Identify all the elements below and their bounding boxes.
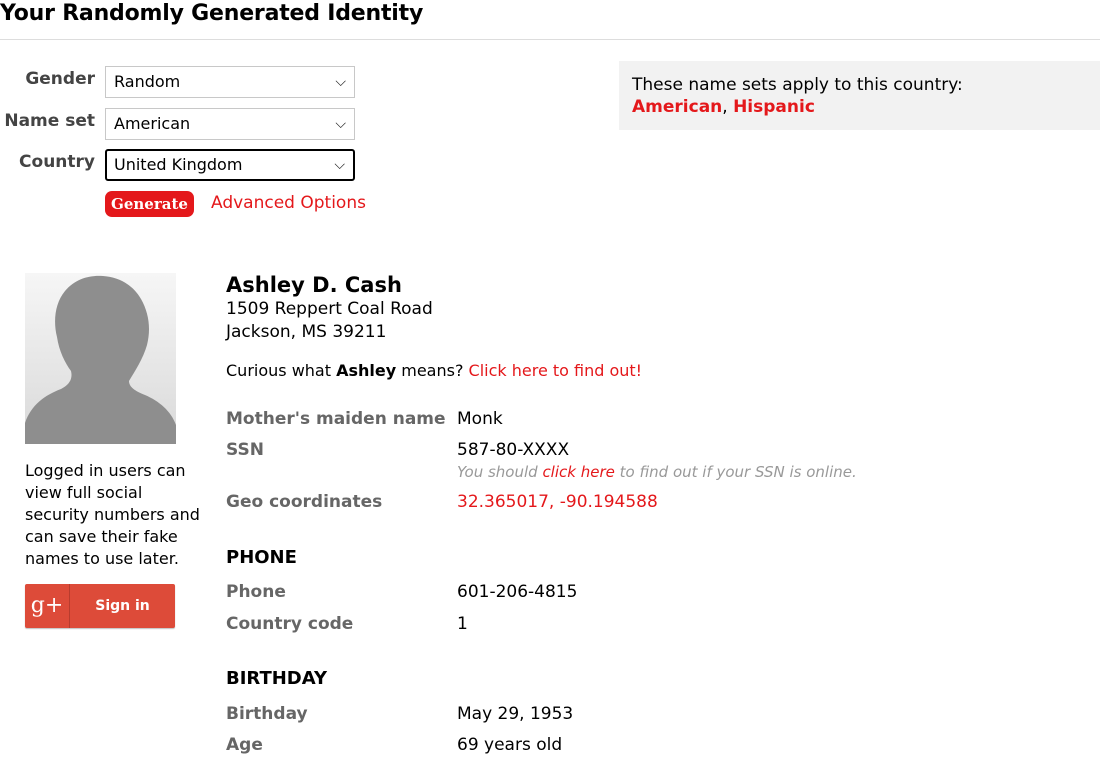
country-name-sets-panel: These name sets apply to this country: A…	[619, 61, 1100, 130]
phone-label: Phone	[226, 582, 286, 602]
google-signin-button[interactable]: g+ Sign in	[25, 584, 175, 628]
name-set-value: American	[114, 114, 191, 133]
country-code-value: 1	[457, 614, 468, 634]
ssn-hint: You should click here to find out if you…	[457, 462, 857, 482]
curious-suffix: means?	[396, 361, 469, 380]
age-value: 69 years old	[457, 735, 563, 755]
login-note: Logged in users can view full social sec…	[25, 461, 200, 568]
generate-button[interactable]: Generate	[105, 191, 194, 217]
geo-coordinates-link[interactable]: 32.365017, -90.194588	[457, 490, 658, 514]
signin-label: Sign in	[95, 598, 150, 614]
ssn-check-link[interactable]: click here	[542, 463, 614, 481]
mothers-maiden-name-label: Mother's maiden name	[226, 409, 446, 429]
address-line-2: Jackson, MS 39211	[226, 322, 387, 342]
identity-address-block: Ashley D. Cash 1509 Reppert Coal Road Ja…	[226, 272, 926, 344]
avatar	[25, 273, 176, 444]
chevron-down-icon: ⌵	[335, 74, 346, 90]
address-line-1: 1509 Reppert Coal Road	[226, 299, 433, 319]
title-divider	[0, 39, 1100, 40]
name-set-link-hispanic[interactable]: Hispanic	[733, 97, 815, 117]
ssn-hint-suffix: to find out if your SSN is online.	[614, 463, 857, 481]
country-value: United Kingdom	[114, 155, 243, 174]
gender-label: Gender	[25, 69, 95, 89]
chevron-down-icon: ⌵	[335, 116, 346, 132]
country-code-label: Country code	[226, 614, 354, 634]
age-label: Age	[226, 735, 263, 755]
person-name: Ashley D. Cash	[226, 273, 402, 297]
country-label: Country	[19, 152, 95, 172]
country-name-sets-text: These name sets apply to this country:	[632, 75, 963, 95]
gender-select[interactable]: Random ⌵	[105, 66, 355, 98]
birthday-label: Birthday	[226, 704, 308, 724]
ssn-hint-prefix: You should	[457, 463, 543, 481]
birthday-heading: BIRTHDAY	[226, 668, 327, 689]
phone-heading: PHONE	[226, 547, 297, 568]
phone-value: 601-206-4815	[457, 582, 578, 602]
gender-value: Random	[114, 72, 181, 91]
name-meaning-line: Curious what Ashley means? Click here to…	[226, 359, 642, 383]
page-title: Your Randomly Generated Identity	[0, 1, 424, 26]
name-set-select[interactable]: American ⌵	[105, 108, 355, 140]
name-meaning-link[interactable]: Click here to find out!	[469, 361, 643, 380]
chevron-down-icon: ⌵	[334, 157, 345, 173]
name-set-separator: ,	[722, 97, 734, 117]
mothers-maiden-name-value: Monk	[457, 409, 503, 429]
name-set-link-american[interactable]: American	[632, 97, 722, 117]
ssn-label: SSN	[226, 440, 264, 460]
curious-prefix: Curious what	[226, 361, 337, 380]
geo-coordinates-label: Geo coordinates	[226, 492, 383, 512]
google-plus-icon: g+	[25, 584, 70, 628]
name-set-label: Name set	[4, 111, 95, 131]
ssn-value: 587-80-XXXX	[457, 440, 570, 460]
country-select[interactable]: United Kingdom ⌵	[105, 149, 355, 181]
first-name: Ashley	[336, 361, 397, 380]
advanced-options-link[interactable]: Advanced Options	[211, 191, 366, 215]
person-silhouette-icon	[25, 275, 176, 444]
birthday-value: May 29, 1953	[457, 704, 574, 724]
name-set-links: American, Hispanic	[632, 96, 1100, 118]
